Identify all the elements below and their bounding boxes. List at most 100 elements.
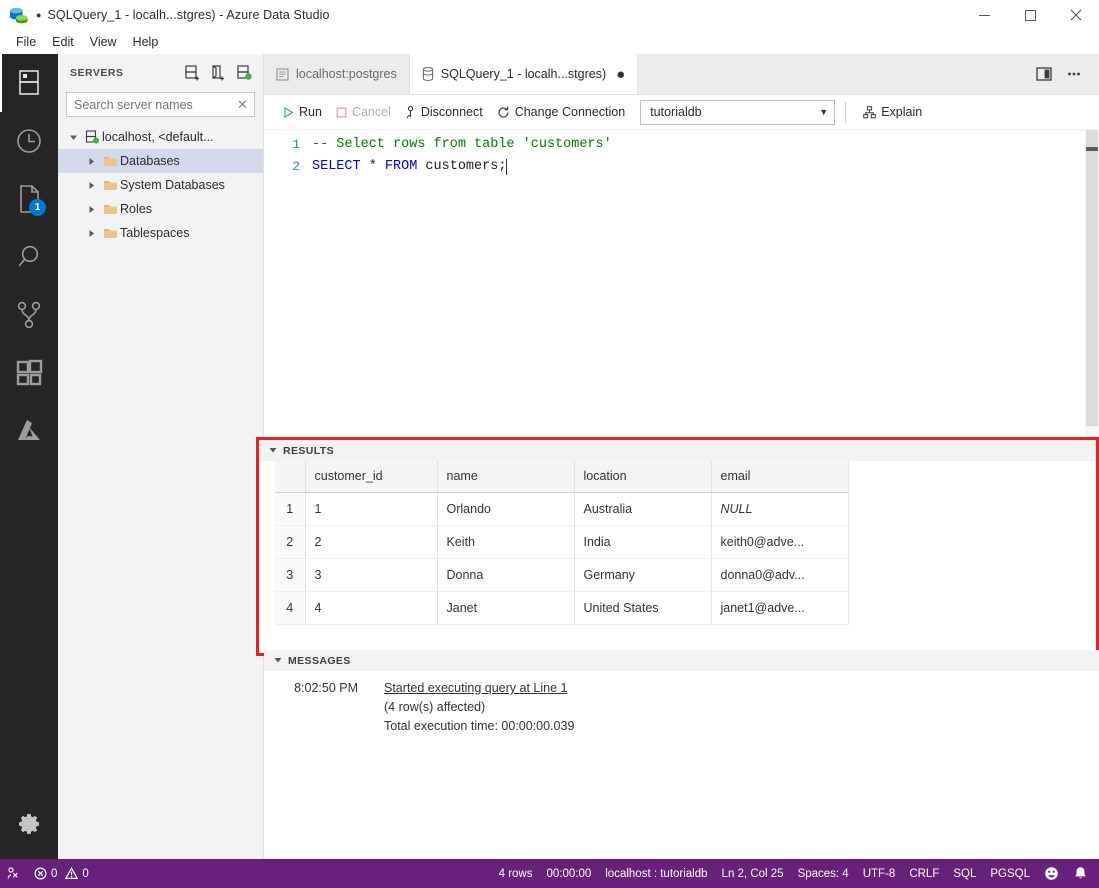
run-button[interactable]: Run (276, 102, 329, 122)
query-toolbar: Run Cancel Disconnect Change Connection (264, 95, 1099, 130)
window-title: SQLQuery_1 - localh...stgres) - Azure Da… (47, 8, 330, 22)
maximize-button[interactable] (1007, 0, 1053, 30)
activity-item-query-history[interactable] (0, 112, 58, 170)
activity-item-notebooks[interactable]: 1 (0, 170, 58, 228)
tab-sqlquery-1[interactable]: SQLQuery_1 - localh...stgres) ● (409, 54, 639, 94)
tree-item-roles[interactable]: Roles (58, 197, 263, 221)
table-row[interactable]: 4 4 Janet United States janet1@adve... (275, 591, 849, 625)
activity-item-manage[interactable] (0, 795, 58, 853)
database-select[interactable]: tutorialdb ▼ (640, 99, 836, 125)
explain-button[interactable]: Explain (856, 102, 929, 122)
add-server-icon (184, 64, 199, 80)
status-eol[interactable]: CRLF (902, 859, 946, 888)
cell-customer-id[interactable]: 1 (305, 492, 438, 526)
cell-email[interactable]: keith0@adve... (711, 525, 849, 559)
status-problems[interactable]: 0 0 (27, 859, 96, 888)
cell-name[interactable]: Janet (437, 591, 575, 625)
close-button[interactable] (1053, 0, 1099, 30)
status-remote[interactable] (0, 859, 27, 888)
status-execution-time[interactable]: 00:00:00 (539, 859, 598, 888)
cell-email[interactable]: janet1@adve... (711, 591, 849, 625)
chevron-down-icon[interactable] (274, 656, 282, 666)
folder-icon (100, 155, 120, 168)
results-grid-wrapper: customer_id name location email 1 1 Orla… (259, 461, 1096, 625)
status-language-mode[interactable]: SQL (946, 859, 983, 888)
sql-editor[interactable]: 1 -- Select rows from table 'customers' … (264, 130, 1099, 440)
split-editor-button[interactable] (1029, 54, 1059, 95)
chevron-right-icon[interactable] (82, 157, 100, 166)
cell-customer-id[interactable]: 3 (305, 558, 438, 592)
status-cursor-position[interactable]: Ln 2, Col 25 (715, 859, 791, 888)
header-name[interactable]: name (437, 461, 575, 493)
chevron-right-icon[interactable] (82, 229, 100, 238)
table-row[interactable]: 3 3 Donna Germany donna0@adv... (275, 558, 849, 592)
menu-view[interactable]: View (82, 32, 125, 52)
menu-bar: File Edit View Help (0, 30, 1099, 54)
code-content[interactable]: 1 -- Select rows from table 'customers' … (264, 130, 1099, 178)
table-row[interactable]: 1 1 Orlando Australia NULL (275, 492, 849, 526)
disconnect-button[interactable]: Disconnect (398, 102, 490, 122)
editor-vertical-scrollbar[interactable] (1085, 130, 1099, 440)
toolbar-separator (845, 101, 847, 123)
cell-customer-id[interactable]: 4 (305, 591, 438, 625)
activity-item-extensions[interactable] (0, 344, 58, 402)
menu-edit[interactable]: Edit (44, 32, 82, 52)
cell-location[interactable]: Germany (574, 558, 712, 592)
message-text[interactable]: Started executing query at Line 1 (384, 681, 567, 695)
status-connection[interactable]: localhost : tutorialdb (598, 859, 714, 888)
status-row-count[interactable]: 4 rows (492, 859, 540, 888)
explain-label: Explain (881, 105, 923, 119)
messages-panel-header[interactable]: MESSAGES (264, 650, 1099, 671)
chevron-down-icon[interactable] (269, 446, 277, 456)
clear-search-icon[interactable]: ✕ (235, 97, 250, 113)
cell-email[interactable]: NULL (711, 492, 849, 526)
table-row[interactable]: 2 2 Keith India keith0@adve... (275, 525, 849, 559)
activity-item-servers[interactable] (0, 54, 58, 112)
show-active-connections-button[interactable] (231, 61, 257, 85)
tree-item-system-databases[interactable]: System Databases (58, 173, 263, 197)
activity-item-search[interactable] (0, 228, 58, 286)
chevron-right-icon[interactable] (82, 205, 100, 214)
tree-item-databases[interactable]: Databases (58, 149, 263, 173)
cell-name[interactable]: Orlando (437, 492, 575, 526)
status-feedback[interactable] (1037, 859, 1066, 888)
activity-item-azure[interactable] (0, 402, 58, 460)
header-email[interactable]: email (711, 461, 849, 493)
chevron-down-icon[interactable] (64, 133, 82, 142)
status-provider[interactable]: PGSQL (983, 859, 1037, 888)
cell-customer-id[interactable]: 2 (305, 525, 438, 559)
more-actions-button[interactable] (1059, 54, 1089, 95)
search-input[interactable] (74, 97, 235, 112)
menu-help[interactable]: Help (125, 32, 167, 52)
new-connection-button[interactable] (179, 61, 205, 85)
new-server-group-button[interactable] (205, 61, 231, 85)
tab-localhost-postgres[interactable]: localhost:postgres (264, 54, 410, 94)
azure-icon (18, 420, 40, 440)
tab-dirty-indicator[interactable]: ● (616, 67, 625, 82)
status-indentation[interactable]: Spaces: 4 (791, 859, 856, 888)
minimize-button[interactable] (961, 0, 1007, 30)
cell-name[interactable]: Keith (437, 525, 575, 559)
tree-item-tablespaces[interactable]: Tablespaces (58, 221, 263, 245)
header-customer-id[interactable]: customer_id (305, 461, 438, 493)
change-connection-button[interactable]: Change Connection (490, 102, 633, 122)
status-notifications[interactable] (1066, 859, 1095, 888)
cell-location[interactable]: India (574, 525, 712, 559)
activity-item-source-control[interactable] (0, 286, 58, 344)
header-location[interactable]: location (574, 461, 712, 493)
results-panel-header[interactable]: RESULTS (259, 440, 1096, 461)
scrollbar-thumb[interactable] (1086, 130, 1098, 426)
cell-name[interactable]: Donna (437, 558, 575, 592)
code-keyword-from: FROM (384, 159, 418, 174)
warning-icon (65, 867, 79, 879)
chevron-right-icon[interactable] (82, 181, 100, 190)
cell-email[interactable]: donna0@adv... (711, 558, 849, 592)
tree-item-localhost[interactable]: localhost, <default... (58, 125, 263, 149)
cancel-button[interactable]: Cancel (329, 102, 398, 122)
cell-location[interactable]: United States (574, 591, 712, 625)
results-grid[interactable]: customer_id name location email 1 1 Orla… (275, 461, 849, 625)
cell-location[interactable]: Australia (574, 492, 712, 526)
status-encoding[interactable]: UTF-8 (856, 859, 903, 888)
menu-file[interactable]: File (8, 32, 44, 52)
server-search-box[interactable]: ✕ (66, 92, 255, 117)
